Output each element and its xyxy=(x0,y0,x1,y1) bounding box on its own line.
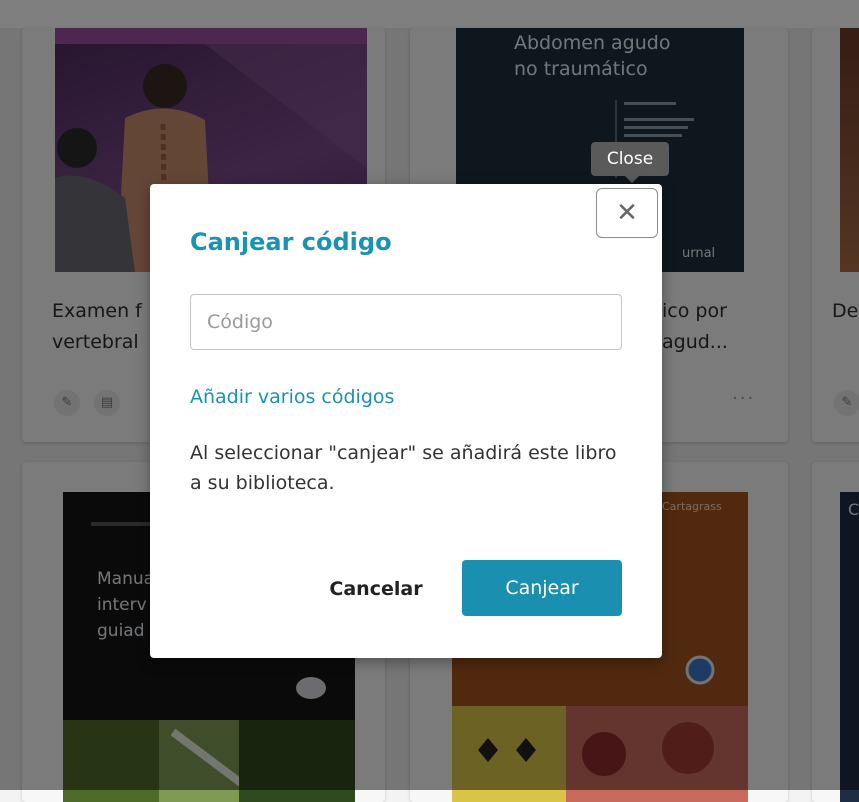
redeem-button[interactable]: Canjear xyxy=(462,560,622,616)
redeem-code-dialog: ✕ Canjear código Añadir varios códigos A… xyxy=(150,184,662,658)
code-input[interactable] xyxy=(190,294,622,350)
info-text: Al seleccionar "canjear" se añadirá este… xyxy=(190,442,617,494)
cancel-button[interactable]: Cancelar xyxy=(322,562,430,616)
dialog-title: Canjear código xyxy=(190,228,392,256)
close-icon[interactable]: ✕ xyxy=(596,188,658,238)
close-tooltip: Close xyxy=(591,142,669,183)
add-multiple-codes-link[interactable]: Añadir varios códigos xyxy=(190,386,394,408)
